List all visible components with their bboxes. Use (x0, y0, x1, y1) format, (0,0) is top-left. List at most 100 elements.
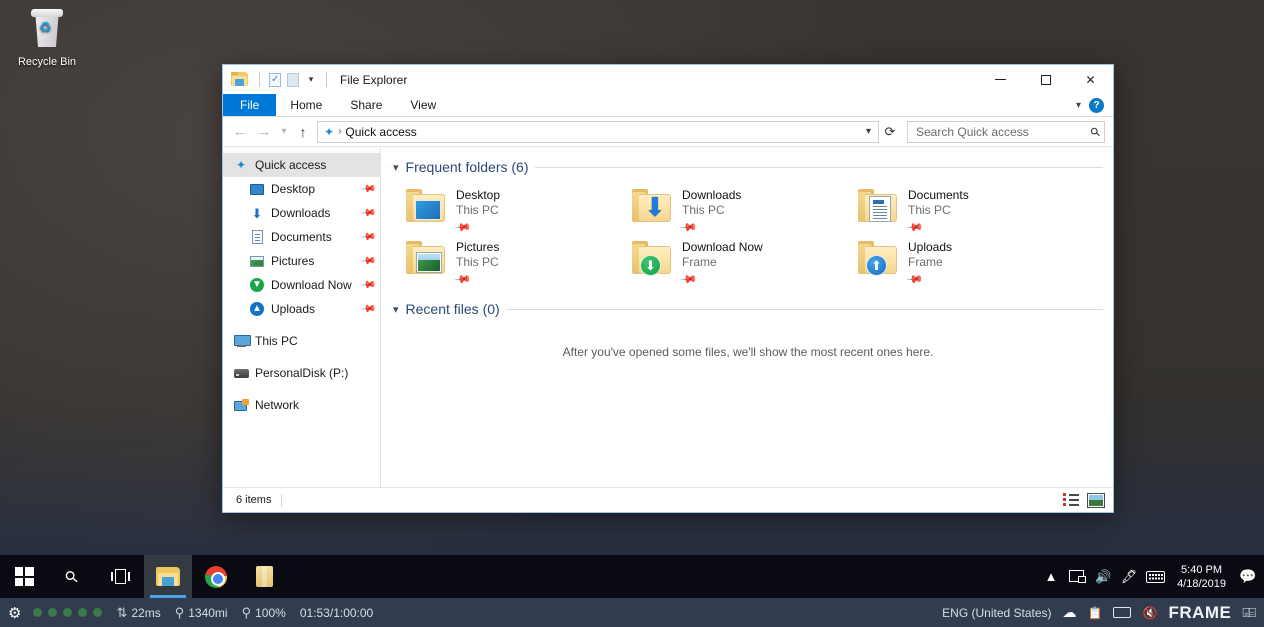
sidebar-item-label: Documents (271, 230, 332, 244)
pin-icon[interactable]: 📌 (359, 181, 376, 197)
window-body: ✦ Quick access Desktop 📌 ⬇ Downloads 📌 D… (223, 147, 1113, 487)
monitor-emblem-icon (415, 200, 441, 220)
pin-icon[interactable]: 📌 (905, 270, 924, 289)
up-button[interactable]: ↑ (292, 120, 314, 144)
pin-icon[interactable]: 📌 (359, 229, 376, 245)
divider (259, 72, 260, 87)
gear-icon[interactable]: ⚙ (8, 604, 21, 622)
tray-volume-button[interactable]: 🔊 (1090, 555, 1116, 598)
sidebar-item-quick-access[interactable]: ✦ Quick access (223, 153, 380, 177)
chevron-down-icon[interactable]: ▾ (1076, 100, 1081, 111)
quick-access-toolbar: ✓ ▾ (231, 71, 333, 89)
tray-overflow-button[interactable]: ▲ (1038, 555, 1064, 598)
chevron-down-icon[interactable]: ▾ (393, 303, 399, 316)
action-center-button[interactable]: 💬 (1236, 555, 1260, 598)
pin-icon[interactable]: 📌 (359, 205, 376, 221)
pin-icon[interactable]: 📌 (905, 218, 924, 237)
folder-tile-documents[interactable]: Documents This PC 📌 (853, 185, 1079, 237)
large-icons-view-icon[interactable] (1087, 493, 1105, 508)
desktop-icon-recycle-bin[interactable]: ♻ Recycle Bin (8, 6, 86, 69)
tab-home[interactable]: Home (276, 94, 336, 116)
magnifier-icon: ⚲ (242, 605, 252, 621)
fullscreen-icon[interactable]: ⌻⌸ (1242, 605, 1254, 621)
latency-indicator: ⇅ 22ms (116, 605, 160, 621)
sidebar-item-downloads[interactable]: ⬇ Downloads 📌 (223, 201, 380, 225)
pin-icon[interactable]: 📌 (453, 218, 472, 237)
mute-icon[interactable]: 🔇 (1142, 606, 1157, 620)
details-view-icon[interactable] (1063, 493, 1080, 507)
file-explorer-window: ✓ ▾ File Explorer ✕ File Home Share View… (222, 64, 1114, 513)
search-box[interactable]: ⚲ (907, 121, 1105, 143)
explorer-icon[interactable] (231, 72, 248, 87)
taskbar-search-button[interactable]: ⚲ (48, 555, 96, 598)
sidebar-item-uploads[interactable]: ▲ Uploads 📌 (223, 297, 380, 321)
breadcrumb[interactable]: Quick access (345, 125, 416, 139)
signal-dot (48, 608, 57, 617)
folder-tile-uploads[interactable]: ⬆ Uploads Frame 📌 (853, 237, 1079, 289)
sidebar-item-download-now[interactable]: ▼ Download Now 📌 (223, 273, 380, 297)
spacer (223, 385, 380, 393)
task-view-button[interactable] (96, 555, 144, 598)
frame-status-bar: ⚙ ⇅ 22ms ⚲ 1340mi ⚲ 100% 01:53/1:00:00 E… (0, 598, 1264, 627)
address-bar[interactable]: ✦ › Quick access ▾ (317, 121, 879, 143)
close-button[interactable]: ✕ (1068, 65, 1113, 94)
folder-tile-downloads[interactable]: ⬇ Downloads This PC 📌 (627, 185, 853, 237)
chevron-down-icon[interactable]: ▾ (302, 71, 320, 89)
properties-button[interactable]: ✓ (266, 71, 284, 89)
folder-tile-pictures[interactable]: Pictures This PC 📌 (401, 237, 627, 289)
pin-icon[interactable]: 📌 (679, 218, 698, 237)
recent-files-header[interactable]: ▾ Recent files (0) (393, 301, 1103, 317)
sidebar-item-network[interactable]: Network (223, 393, 380, 417)
taskbar-app-folder-window[interactable] (240, 555, 288, 598)
refresh-button[interactable]: ⟳ (879, 121, 901, 143)
title-bar[interactable]: ✓ ▾ File Explorer ✕ (223, 65, 1113, 94)
pin-icon[interactable]: 📌 (359, 301, 376, 317)
frequent-folders-header[interactable]: ▾ Frequent folders (6) (393, 159, 1103, 175)
forward-button[interactable]: → (252, 120, 276, 144)
chevron-down-icon[interactable]: ▾ (393, 161, 399, 174)
maximize-button[interactable] (1023, 65, 1068, 94)
search-input[interactable] (916, 125, 1091, 139)
help-button[interactable]: ? (1089, 98, 1104, 113)
tray-network-button[interactable] (1064, 555, 1090, 598)
download-arrow-emblem-icon: ⬇ (644, 197, 666, 217)
distance-indicator: ⚲ 1340mi (175, 605, 228, 621)
taskbar-app-file-explorer[interactable] (144, 555, 192, 598)
clock[interactable]: 5:40 PM 4/18/2019 (1169, 555, 1236, 598)
sidebar-item-documents[interactable]: Documents 📌 (223, 225, 380, 249)
tray-keyboard-button[interactable] (1142, 555, 1169, 598)
back-button[interactable]: ← (228, 120, 252, 144)
recent-locations-button[interactable]: ▾ (276, 120, 292, 144)
sidebar-item-pictures[interactable]: Pictures 📌 (223, 249, 380, 273)
pin-icon[interactable]: 📌 (679, 270, 698, 289)
windows-logo-icon (15, 567, 34, 586)
divider (281, 494, 282, 507)
tray-pen-button[interactable]: 🖋 (1116, 555, 1142, 598)
folder-tile-desktop[interactable]: Desktop This PC 📌 (401, 185, 627, 237)
pin-icon[interactable]: 📌 (359, 277, 376, 293)
new-folder-button[interactable] (284, 71, 302, 89)
taskbar-app-google-chrome[interactable] (192, 555, 240, 598)
sidebar-item-this-pc[interactable]: This PC (223, 329, 380, 353)
tab-view[interactable]: View (396, 94, 450, 116)
pin-icon[interactable]: 📌 (453, 270, 472, 289)
folder-tile-download-now[interactable]: ⬇ Download Now Frame 📌 (627, 237, 853, 289)
refresh-icon: ⟳ (885, 124, 896, 140)
clipboard-icon[interactable]: 📋 (1088, 606, 1103, 620)
chevron-down-icon[interactable]: ▾ (861, 126, 876, 137)
group-title: Frequent folders (6) (406, 159, 529, 175)
sidebar-item-desktop[interactable]: Desktop 📌 (223, 177, 380, 201)
pin-icon[interactable]: 📌 (359, 253, 376, 269)
cloud-icon[interactable]: ☁ (1063, 604, 1077, 621)
document-emblem-icon (869, 196, 891, 222)
tab-file[interactable]: File (223, 94, 276, 116)
session-time-value: 01:53/1:00:00 (300, 606, 373, 620)
minimize-button[interactable] (978, 65, 1023, 94)
sidebar-item-personaldisk[interactable]: PersonalDisk (P:) (223, 361, 380, 385)
tab-share[interactable]: Share (336, 94, 396, 116)
start-button[interactable] (0, 555, 48, 598)
keyboard-icon[interactable] (1113, 607, 1131, 618)
folder-location: Frame (908, 255, 952, 270)
network-icon (233, 397, 249, 413)
pin-star-icon: ✦ (324, 126, 334, 138)
